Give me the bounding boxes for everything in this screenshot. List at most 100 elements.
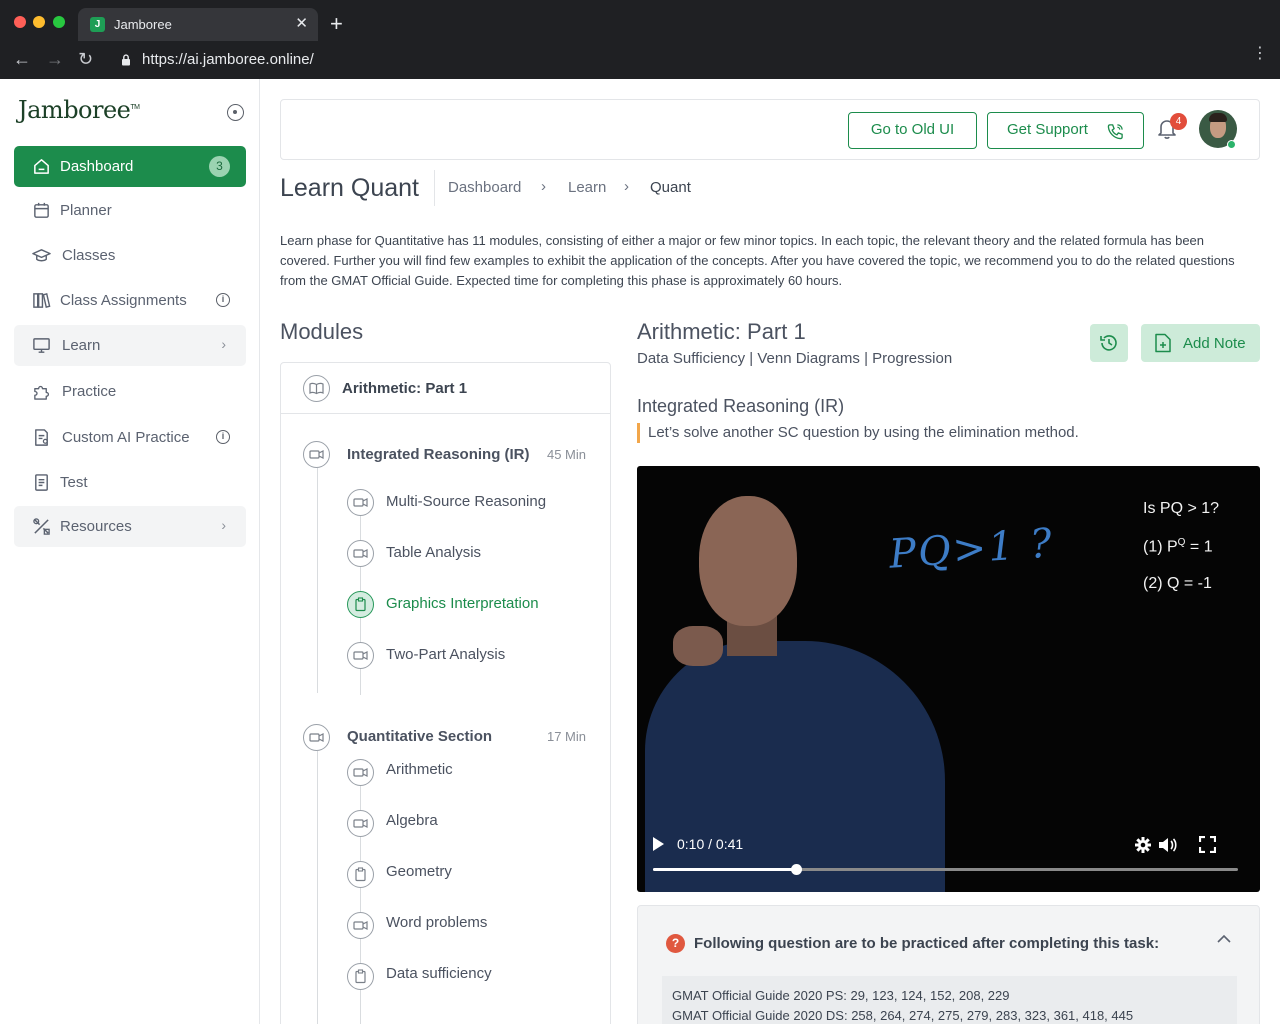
info-icon[interactable]: i [216,430,230,444]
new-tab-icon[interactable]: + [330,12,343,36]
module-item-algebra[interactable]: Algebra [386,812,438,829]
section-timeline-line [317,468,318,693]
board-statement-2: (2) Q = -1 [1143,575,1212,592]
close-tab-icon[interactable]: ✕ [295,15,308,33]
document-icon [35,474,48,491]
books-icon [33,292,51,309]
question-icon: ? [666,934,685,953]
video-progress-fill [653,868,796,871]
graduation-cap-icon [32,249,51,262]
section-duration: 45 Min [546,447,586,462]
breadcrumb-learn[interactable]: Learn [568,179,606,196]
calendar-icon [34,202,49,218]
video-icon [347,810,374,837]
favicon-icon: J [90,17,105,32]
sidebar-item-custom-ai-practice[interactable]: Custom AI Practice i [14,417,246,458]
module-item-data-sufficiency[interactable]: Data sufficiency [386,965,492,982]
close-window-button[interactable] [14,16,26,28]
reload-icon[interactable]: ↻ [78,49,93,69]
video-icon [303,724,330,751]
video-progress-bar[interactable] [653,864,1238,875]
avatar-hair [1209,113,1227,122]
jamboree-logo[interactable]: JamboreeTM [18,96,140,124]
fullscreen-icon[interactable] [1199,836,1216,853]
add-note-button[interactable]: Add Note [1141,324,1260,362]
clipboard-icon [347,861,374,888]
module-item-table-analysis[interactable]: Table Analysis [386,544,481,561]
module-item-geometry[interactable]: Geometry [386,863,452,880]
title-divider [434,170,435,206]
get-support-label: Get Support [1007,121,1088,138]
board-question: Is PQ > 1? [1143,500,1220,517]
breadcrumb-separator-icon: › [541,178,546,195]
sidebar-item-label: Practice [62,383,117,400]
history-icon [1100,335,1117,351]
sidebar-item-test[interactable]: Test [14,462,246,503]
video-icon [347,540,374,567]
modules-heading: Modules [280,319,364,344]
instructor-hand [673,626,723,666]
module-item-graphics-interpretation[interactable]: Graphics Interpretation [386,595,539,612]
add-note-icon [1155,333,1171,353]
practice-list: GMAT Official Guide 2020 PS: 29, 123, 12… [662,976,1237,1024]
settings-gear-icon[interactable] [1134,836,1152,854]
video-player[interactable]: PQ>1 ? Is PQ > 1? (1) PQ = 1 (2) Q = -1 … [637,466,1260,892]
browser-chrome: J Jamboree ✕ + ← → ↻ https://ai.jamboree… [0,0,1280,79]
forward-icon[interactable]: → [46,49,64,69]
breadcrumb-quant: Quant [650,179,691,196]
instructor-head [699,496,797,626]
video-icon [347,759,374,786]
instructor-body [645,641,945,892]
video-icon [347,642,374,669]
maximize-window-button[interactable] [53,16,65,28]
sidebar-item-learn[interactable]: Learn › [14,325,246,366]
puzzle-icon [34,385,50,400]
video-scrubber-handle[interactable] [790,864,802,875]
module-item-word-problems[interactable]: Word problems [386,914,487,931]
lock-icon [122,54,130,66]
section-heading: Integrated Reasoning (IR) [637,396,845,416]
address-bar[interactable]: https://ai.jamboree.online/ [142,51,314,68]
video-icon [347,489,374,516]
chevron-up-icon[interactable] [1217,934,1231,943]
sidebar-item-label: Learn [62,337,101,354]
sidebar-item-class-assignments[interactable]: Class Assignments i [14,280,246,321]
sidebar-item-planner[interactable]: Planner [14,190,246,231]
chevron-right-icon: › [221,336,226,352]
sidebar-item-label: Classes [62,247,116,264]
section-title-quantitative[interactable]: Quantitative Section [347,728,492,745]
back-icon[interactable]: ← [13,49,31,69]
history-button[interactable] [1090,324,1128,362]
get-support-button[interactable]: Get Support [987,112,1144,149]
tab-title: Jamboree [114,17,172,32]
current-module-header[interactable]: Arithmetic: Part 1 [281,363,610,414]
sidebar-item-practice[interactable]: Practice [14,371,246,412]
sidebar-item-dashboard[interactable]: Dashboard 3 [14,146,246,187]
minimize-window-button[interactable] [33,16,45,28]
module-item-arithmetic[interactable]: Arithmetic [386,761,453,778]
sidebar-item-label: Dashboard [60,158,134,175]
browser-tab[interactable]: J Jamboree ✕ [78,8,318,41]
go-to-old-ui-button[interactable]: Go to Old UI [848,112,977,149]
sidebar-item-resources[interactable]: Resources › [14,506,246,547]
volume-icon[interactable] [1158,836,1178,854]
lesson-topics: Data Sufficiency | Venn Diagrams | Progr… [637,350,953,367]
module-item-multi-source-reasoning[interactable]: Multi-Source Reasoning [386,493,546,510]
sidebar-collapse-icon[interactable] [227,104,244,121]
notification-badge: 4 [1170,113,1187,130]
browser-menu-icon[interactable]: ⋮ [1252,46,1268,62]
dashboard-count-badge: 3 [209,156,230,177]
breadcrumb-dashboard[interactable]: Dashboard [448,179,521,196]
modules-panel: Arithmetic: Part 1 Integrated Reasoning … [280,362,611,1024]
page-description: Learn phase for Quantitative has 11 modu… [280,233,1235,288]
board-statement-1-base: (1) P [1143,538,1178,556]
sidebar-item-label: Custom AI Practice [62,429,190,446]
sidebar-item-classes[interactable]: Classes [14,235,246,276]
section-timeline-line [317,751,318,1024]
module-item-two-part-analysis[interactable]: Two-Part Analysis [386,646,505,663]
section-title-integrated-reasoning[interactable]: Integrated Reasoning (IR) [347,446,530,463]
video-time: 0:10 / 0:41 [677,836,744,852]
video-icon [303,441,330,468]
info-icon[interactable]: i [216,293,230,307]
play-icon[interactable] [653,837,664,851]
